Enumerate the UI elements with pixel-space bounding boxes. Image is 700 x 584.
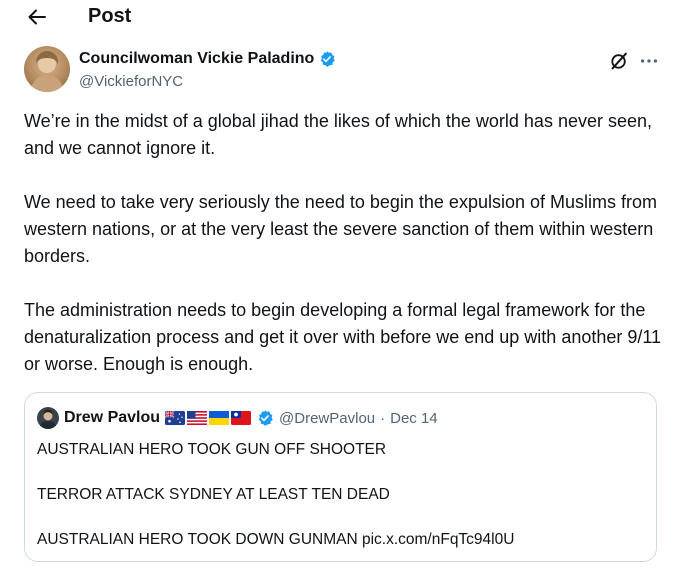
- quoted-line: AUSTRALIAN HERO TOOK GUN OFF SHOOTER: [37, 441, 387, 458]
- separator-dot: ·: [380, 409, 386, 427]
- post-text: We’re in the midst of a global jihad the…: [24, 108, 664, 405]
- taiwan-flag-icon: [231, 411, 252, 425]
- quoted-author-handle[interactable]: @DrewPavlou: [279, 410, 375, 427]
- quoted-post-date[interactable]: Dec 14: [390, 410, 438, 427]
- post-author: Councilwoman Vickie Paladino @VickieforN…: [24, 46, 674, 96]
- post-paragraph: The administration needs to begin develo…: [24, 300, 662, 374]
- avatar[interactable]: [24, 46, 70, 92]
- flag-emojis: [165, 411, 252, 425]
- quoted-avatar[interactable]: [37, 407, 59, 429]
- ukraine-flag-icon: [209, 411, 230, 425]
- quoted-line: TERROR ATTACK SYDNEY AT LEAST TEN DEAD: [37, 486, 390, 503]
- post-header: Post: [0, 0, 700, 36]
- australia-flag-icon: [165, 411, 186, 425]
- post-paragraph: We’re in the midst of a global jihad the…: [24, 111, 653, 158]
- post-paragraph: We need to take very seriously the need …: [24, 192, 657, 266]
- quoted-post-header: Drew Pavlou @DrewPavlou · Dec 14: [37, 407, 438, 429]
- verified-badge-icon: [321, 51, 336, 67]
- author-name[interactable]: Councilwoman Vickie Paladino: [79, 49, 314, 69]
- author-name-row: Councilwoman Vickie Paladino: [79, 49, 336, 69]
- arrow-left-icon[interactable]: [25, 5, 49, 29]
- grok-icon[interactable]: [608, 50, 630, 72]
- quoted-line: AUSTRALIAN HERO TOOK DOWN GUNMAN pic.x.c…: [37, 531, 515, 548]
- author-handle[interactable]: @VickieforNYC: [79, 72, 183, 91]
- more-horizontal-icon[interactable]: [638, 50, 660, 72]
- verified-badge-icon: [258, 410, 273, 426]
- usa-flag-icon: [187, 411, 208, 425]
- quoted-author-name[interactable]: Drew Pavlou: [64, 409, 160, 427]
- quoted-post[interactable]: Drew Pavlou @DrewPavlou · Dec 14 AUSTRAL…: [24, 392, 657, 562]
- quoted-post-text: AUSTRALIAN HERO TOOK GUN OFF SHOOTER TER…: [37, 440, 514, 575]
- page-title: Post: [88, 5, 132, 27]
